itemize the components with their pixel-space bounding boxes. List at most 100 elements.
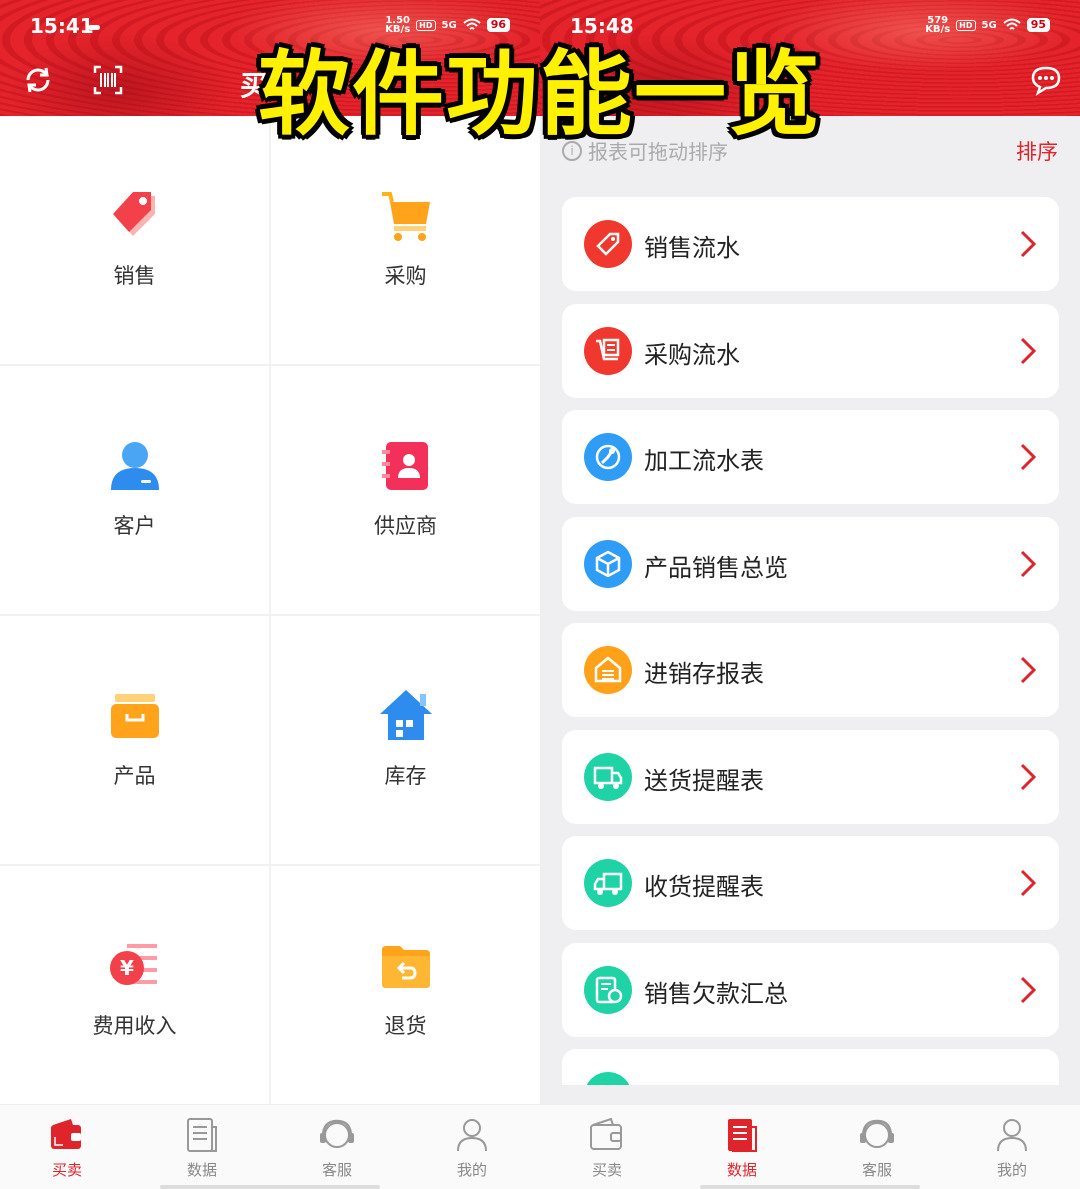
report-item-sales-flow[interactable]: 销售流水 <box>562 197 1059 291</box>
yen-coin-icon: ¥ <box>109 944 157 985</box>
signal-icon: 5G <box>441 19 457 31</box>
grid-label: 库存 <box>384 764 427 788</box>
grid-label: 费用收入 <box>92 1014 177 1038</box>
tab-mine[interactable]: 我的 <box>427 1115 517 1180</box>
report-item-processing-flow[interactable]: 加工流水表 <box>562 410 1059 504</box>
tab-label: 数据 <box>186 1161 217 1179</box>
cube-icon <box>595 550 621 578</box>
report-item-label: 加工流水表 <box>644 447 764 475</box>
report-item-label: 产品销售总览 <box>644 554 788 582</box>
grid-divider <box>0 364 540 366</box>
tab-data[interactable]: 数据 <box>697 1115 787 1180</box>
overlay-title: 软件功能一览 <box>257 41 822 148</box>
grid-label: 产品 <box>113 764 156 788</box>
tag-icon <box>596 232 620 256</box>
tab-trade[interactable]: 买卖 <box>562 1115 652 1180</box>
report-item-delivery-reminder[interactable]: 送货提醒表 <box>562 730 1059 824</box>
wifi-icon <box>463 18 481 30</box>
tab-label: 客服 <box>861 1161 892 1179</box>
receive-truck-icon <box>593 872 623 895</box>
tab-label: 数据 <box>726 1161 757 1179</box>
tab-label: 我的 <box>996 1161 1027 1179</box>
cart-receipt-icon <box>596 338 620 361</box>
wallet-icon <box>590 1117 622 1150</box>
grid-item-return[interactable]: 退货 <box>271 866 540 1114</box>
battery-indicator: 95 <box>1026 18 1050 32</box>
grid-label: 销售 <box>113 264 156 288</box>
wallet-icon <box>51 1119 81 1149</box>
user-icon <box>457 1119 487 1152</box>
grid-item-sales[interactable]: 销售 <box>0 116 269 364</box>
bottom-tab-bar: 买卖 数据 客服 我的 <box>540 1104 1080 1189</box>
debt-document-icon <box>595 976 623 1004</box>
svg-text:¥: ¥ <box>120 956 134 980</box>
status-time: 15:41 <box>30 14 94 38</box>
chevron-right-icon <box>1020 230 1037 258</box>
supplier-contact-book-icon <box>381 442 428 490</box>
report-item-sales-debt-summary[interactable]: 销售欠款汇总 <box>562 943 1059 1037</box>
bottom-tab-bar: 买卖 数据 客服 我的 <box>0 1104 540 1189</box>
hd-badge: HD <box>956 19 976 31</box>
grid-item-supplier[interactable]: 供应商 <box>271 366 540 614</box>
tab-service[interactable]: 客服 <box>832 1115 922 1180</box>
tab-service[interactable]: 客服 <box>292 1115 382 1180</box>
price-tag-icon <box>112 192 155 236</box>
status-time: 15:48 <box>570 14 634 38</box>
grid-label: 客户 <box>113 514 156 538</box>
grid-divider <box>0 864 540 866</box>
chevron-right-icon <box>1020 763 1037 791</box>
grid-item-purchase[interactable]: 采购 <box>271 116 540 364</box>
grid-label: 退货 <box>384 1014 427 1038</box>
user-icon <box>997 1119 1027 1152</box>
wrench-icon <box>595 444 621 470</box>
tab-label: 我的 <box>456 1161 487 1179</box>
grid-label: 采购 <box>384 264 427 288</box>
chevron-right-icon <box>1020 550 1037 578</box>
grid-label: 供应商 <box>374 514 437 538</box>
chevron-right-icon <box>1020 976 1037 1004</box>
report-icon <box>728 1119 757 1152</box>
grid-item-expense-income[interactable]: ¥ 费用收入 <box>0 866 269 1114</box>
report-item-label: 进销存报表 <box>644 660 764 688</box>
report-item-purchase-flow[interactable]: 采购流水 <box>562 304 1059 398</box>
tab-label: 客服 <box>321 1161 352 1179</box>
customer-person-icon <box>110 442 159 490</box>
report-item-label: 采购流水 <box>644 341 740 369</box>
tab-data[interactable]: 数据 <box>157 1115 247 1180</box>
shopping-cart-icon <box>381 192 430 241</box>
grid-item-customer[interactable]: 客户 <box>0 366 269 614</box>
left-screen: 15:41 1.50 KB/s HD 5G 96 买 销售 采购 客户 供应商 … <box>0 0 540 1189</box>
grid-divider <box>0 614 540 616</box>
return-folder-icon <box>381 946 430 988</box>
chevron-right-icon <box>1020 443 1037 471</box>
headset-icon <box>860 1119 894 1148</box>
grid-item-inventory[interactable]: 库存 <box>271 616 540 864</box>
report-item-inventory-report[interactable]: 进销存报表 <box>562 623 1059 717</box>
grid-divider <box>269 116 271 1104</box>
warehouse-house-icon <box>379 690 432 740</box>
headset-icon <box>320 1119 354 1148</box>
right-screen: 15:48 579 KB/s HD 5G 95 i 报表可拖动排序 排序 销售流水… <box>540 0 1080 1189</box>
report-item-receiving-reminder[interactable]: 收货提醒表 <box>562 836 1059 930</box>
report-item-label: 送货提醒表 <box>644 767 764 795</box>
chevron-right-icon <box>1020 656 1037 684</box>
wifi-icon <box>1003 18 1021 30</box>
product-box-icon <box>110 694 159 738</box>
hd-badge: HD <box>416 19 436 31</box>
delivery-truck-icon <box>593 766 623 789</box>
report-item-product-sales-overview[interactable]: 产品销售总览 <box>562 517 1059 611</box>
battery-indicator: 96 <box>486 18 510 32</box>
report-item-partial[interactable] <box>562 1049 1059 1085</box>
tab-trade[interactable]: 买卖 <box>22 1115 112 1180</box>
home-indicator <box>700 1185 920 1189</box>
grid-item-product[interactable]: 产品 <box>0 616 269 864</box>
tab-label: 买卖 <box>51 1161 82 1179</box>
report-icon <box>187 1118 217 1152</box>
chevron-right-icon <box>1020 869 1037 897</box>
signal-icon: 5G <box>981 19 997 31</box>
report-list: 销售流水 采购流水 加工流水表 产品销售总览 进销存报表 送货提醒表 收货提醒表… <box>562 197 1059 1085</box>
report-item-label: 销售流水 <box>644 234 740 262</box>
notification-dot <box>88 25 100 30</box>
tab-mine[interactable]: 我的 <box>967 1115 1057 1180</box>
report-item-label: 销售欠款汇总 <box>644 980 788 1008</box>
